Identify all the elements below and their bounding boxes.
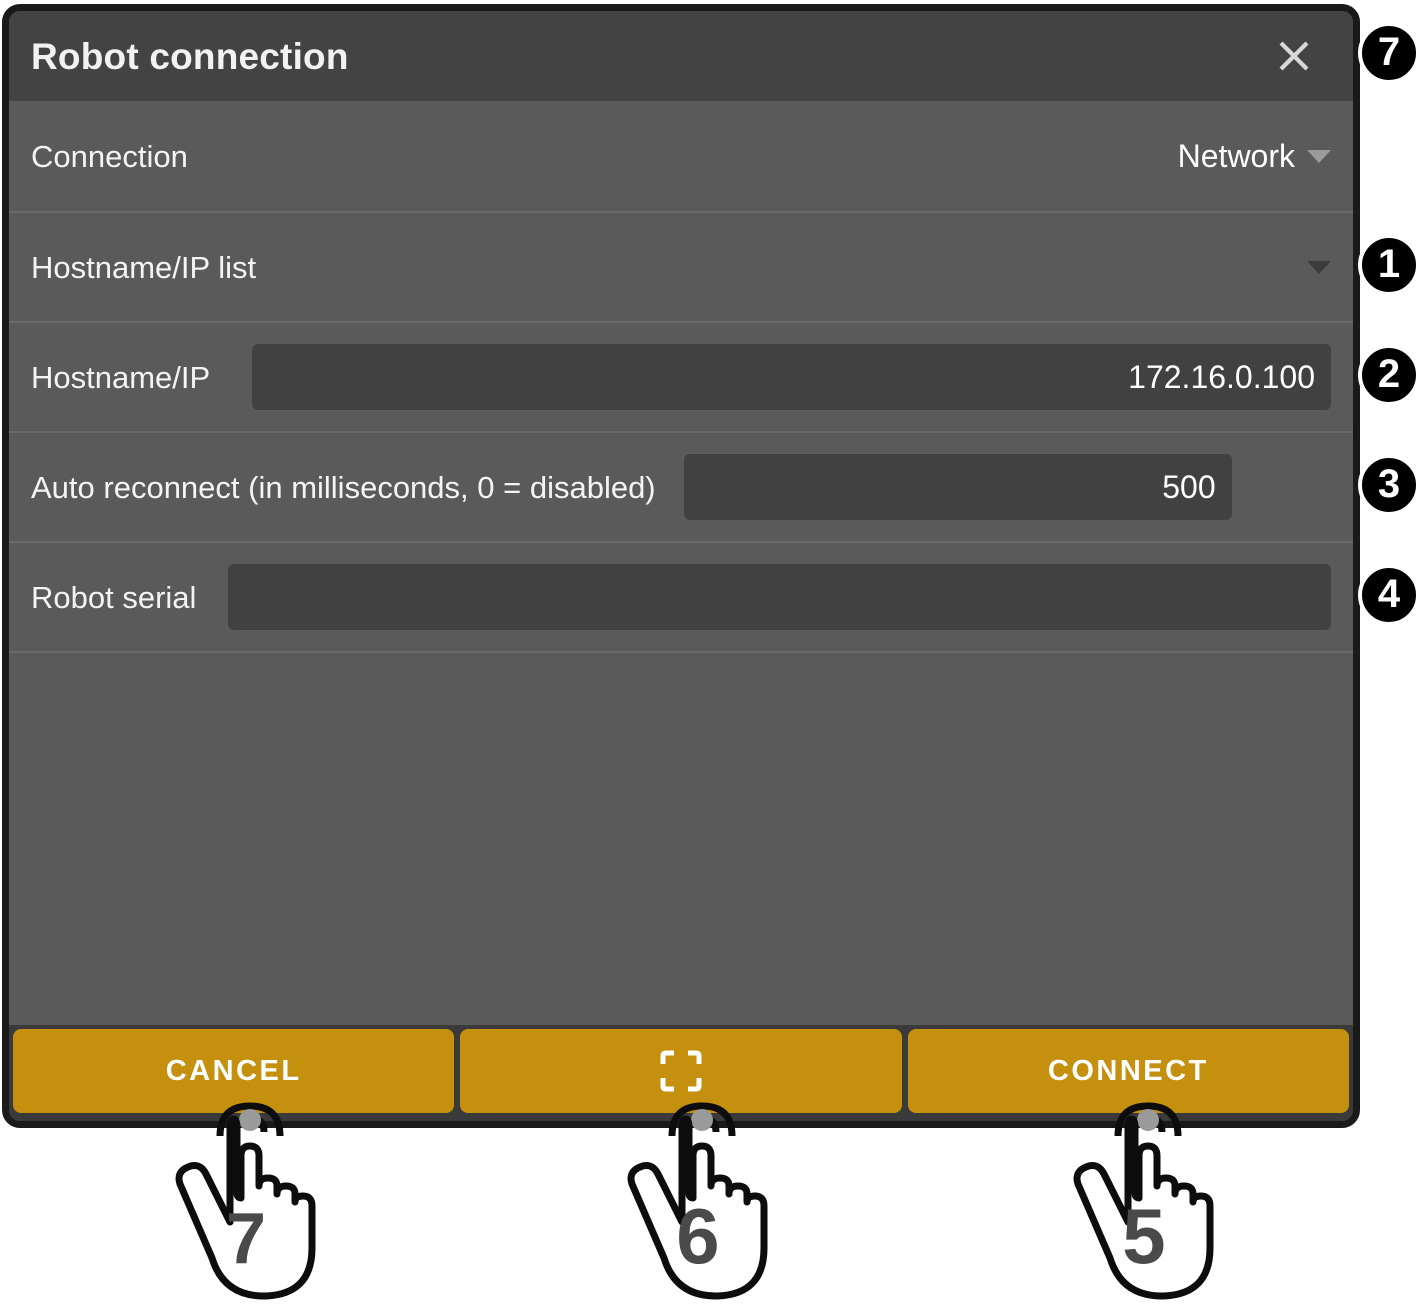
hand-callout-number-cancel: 7 xyxy=(226,1199,266,1279)
robot-connection-dialog: Robot connection Connection Network Host… xyxy=(2,4,1360,1128)
connection-label: Connection xyxy=(31,138,188,174)
dialog-empty-area xyxy=(9,653,1353,993)
page-title: Robot connection xyxy=(31,35,349,77)
hand-callout-scan: 6 xyxy=(614,1098,814,1304)
cancel-button-label: CANCEL xyxy=(165,1054,302,1087)
hostname-ip-list-dropdown[interactable]: Hostname/IP list xyxy=(9,213,1353,323)
row-connection[interactable]: Connection Network xyxy=(9,101,1353,213)
hostname-ip-value: 172.16.0.100 xyxy=(1128,359,1315,395)
robot-serial-field[interactable] xyxy=(228,564,1331,630)
hostname-ip-field[interactable]: 172.16.0.100 xyxy=(252,344,1331,410)
dialog-title-bar: Robot connection xyxy=(9,11,1353,101)
hand-callout-connect: 5 xyxy=(1060,1098,1260,1304)
hand-callout-cancel: 7 xyxy=(162,1098,362,1304)
badge-robot-serial-field: 4 xyxy=(1358,564,1420,626)
scan-frame-icon xyxy=(660,1050,702,1092)
auto-reconnect-value: 500 xyxy=(1162,469,1216,505)
connection-value: Network xyxy=(1177,138,1295,174)
robot-serial-label: Robot serial xyxy=(31,579,197,615)
row-robot-serial: Robot serial xyxy=(9,543,1353,653)
row-auto-reconnect: Auto reconnect (in milliseconds, 0 = dis… xyxy=(9,433,1353,543)
badge-close-button: 7 xyxy=(1358,22,1420,84)
hand-callout-number-scan: 6 xyxy=(676,1192,719,1280)
chevron-down-icon[interactable] xyxy=(1307,149,1331,163)
chevron-down-icon[interactable] xyxy=(1307,260,1331,274)
badge-hostname-ip-list: 1 xyxy=(1358,234,1420,296)
row-hostname-ip: Hostname/IP 172.16.0.100 xyxy=(9,323,1353,433)
auto-reconnect-field[interactable]: 500 xyxy=(683,454,1232,520)
connect-button-label: CONNECT xyxy=(1047,1054,1209,1087)
badge-hostname-ip-field: 2 xyxy=(1358,344,1420,406)
badge-auto-reconnect-field: 3 xyxy=(1358,454,1420,516)
close-icon xyxy=(1274,36,1314,76)
hostname-ip-list-label: Hostname/IP list xyxy=(31,249,257,285)
auto-reconnect-label: Auto reconnect (in milliseconds, 0 = dis… xyxy=(31,469,656,505)
hand-callout-number-connect: 5 xyxy=(1122,1192,1165,1280)
hostname-ip-label: Hostname/IP xyxy=(31,359,211,395)
close-button[interactable] xyxy=(1271,33,1317,79)
